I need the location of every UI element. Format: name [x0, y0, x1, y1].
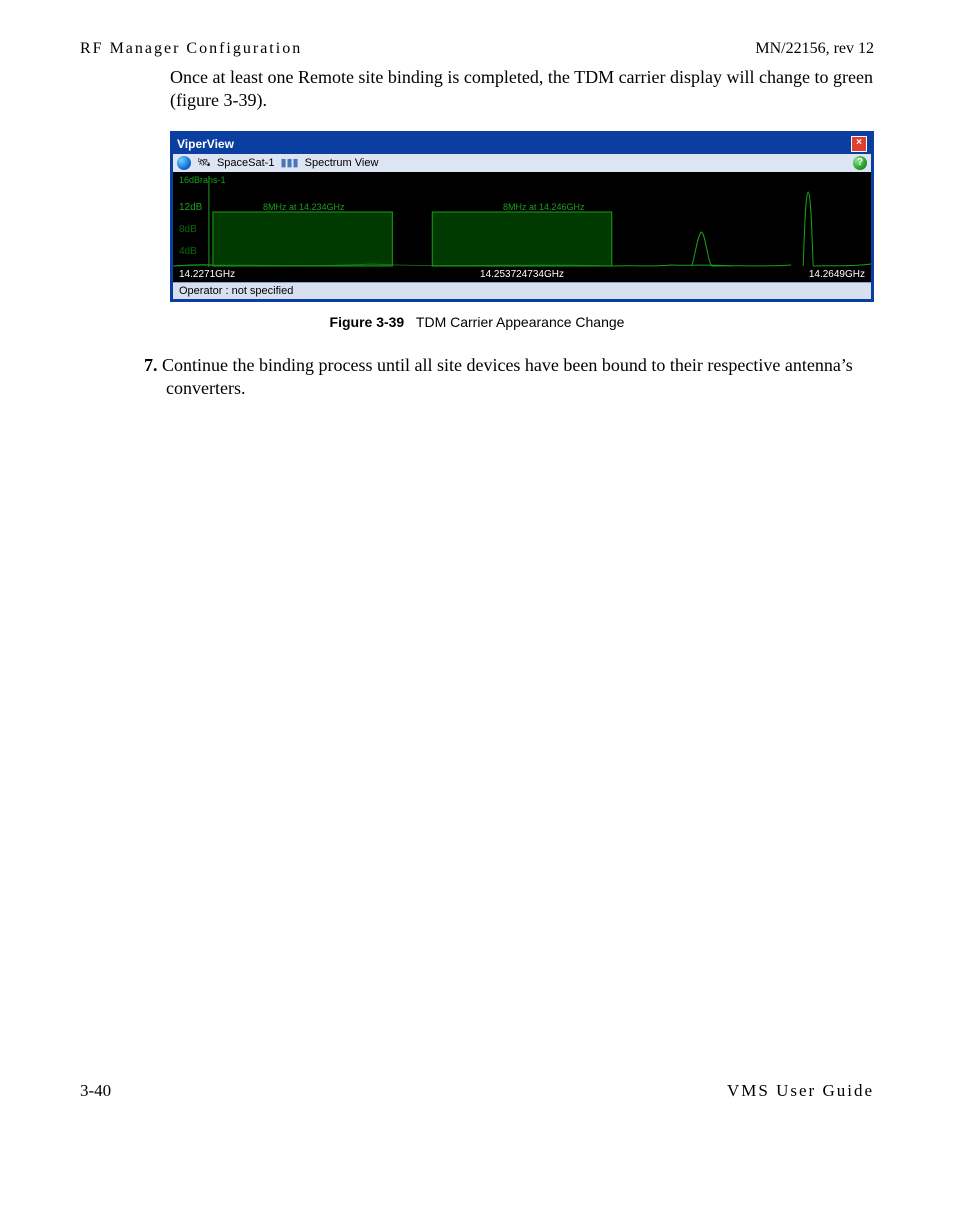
globe-icon[interactable]: [177, 156, 191, 170]
satellite-icon[interactable]: 🛰: [197, 156, 211, 169]
bars-icon: ▮▮▮: [280, 156, 298, 169]
spectrum-svg: [173, 172, 871, 282]
breadcrumb-satellite[interactable]: SpaceSat-1: [217, 157, 274, 169]
status-bar: Operator : not specified: [173, 282, 871, 299]
figure-caption: Figure 3-39 TDM Carrier Appearance Chang…: [80, 314, 874, 330]
step-number: 7.: [144, 355, 158, 375]
close-icon[interactable]: ×: [851, 136, 867, 152]
signal-peak-2: [803, 192, 813, 266]
spectrum-view: 16dBrans-1 12dB 8dB 4dB 8MHz at 14.234GH…: [173, 172, 871, 282]
breadcrumb-view[interactable]: Spectrum View: [305, 157, 379, 169]
window-title: ViperView: [177, 137, 234, 151]
carrier-1-label: 8MHz at 14.234GHz: [263, 202, 345, 212]
freq-end: 14.2649GHz: [809, 269, 865, 280]
signal-peak-1: [692, 232, 712, 266]
freq-center: 14.253724734GHz: [480, 269, 564, 280]
carrier-2-rect: [432, 212, 611, 266]
carrier-1-rect: [213, 212, 392, 266]
step-7: 7. Continue the binding process until al…: [144, 354, 874, 401]
intro-paragraph: Once at least one Remote site binding is…: [170, 66, 874, 113]
y-tick-4db: 4dB: [179, 246, 197, 257]
y-tick-12db: 12dB: [179, 202, 202, 213]
breadcrumb-bar: 🛰 SpaceSat-1 ▮▮▮ Spectrum View ?: [173, 154, 871, 172]
y-tick-8db: 8dB: [179, 224, 197, 235]
guide-name: VMS User Guide: [727, 1081, 874, 1101]
section-title: RF Manager Configuration: [80, 40, 302, 58]
carrier-2-label: 8MHz at 14.246GHz: [503, 202, 585, 212]
freq-start: 14.2271GHz: [179, 269, 235, 280]
page-number: 3-40: [80, 1081, 111, 1101]
step-text: Continue the binding process until all s…: [158, 355, 853, 398]
viperview-window: ViperView × 🛰 SpaceSat-1 ▮▮▮ Spectrum Vi…: [170, 131, 874, 302]
help-icon[interactable]: ?: [853, 156, 867, 170]
transponder-label: 16dBrans-1: [179, 175, 226, 185]
figure-label: Figure 3-39: [330, 314, 405, 330]
doc-id: MN/22156, rev 12: [755, 40, 874, 58]
titlebar[interactable]: ViperView ×: [173, 134, 871, 154]
figure-caption-text: TDM Carrier Appearance Change: [416, 314, 625, 330]
